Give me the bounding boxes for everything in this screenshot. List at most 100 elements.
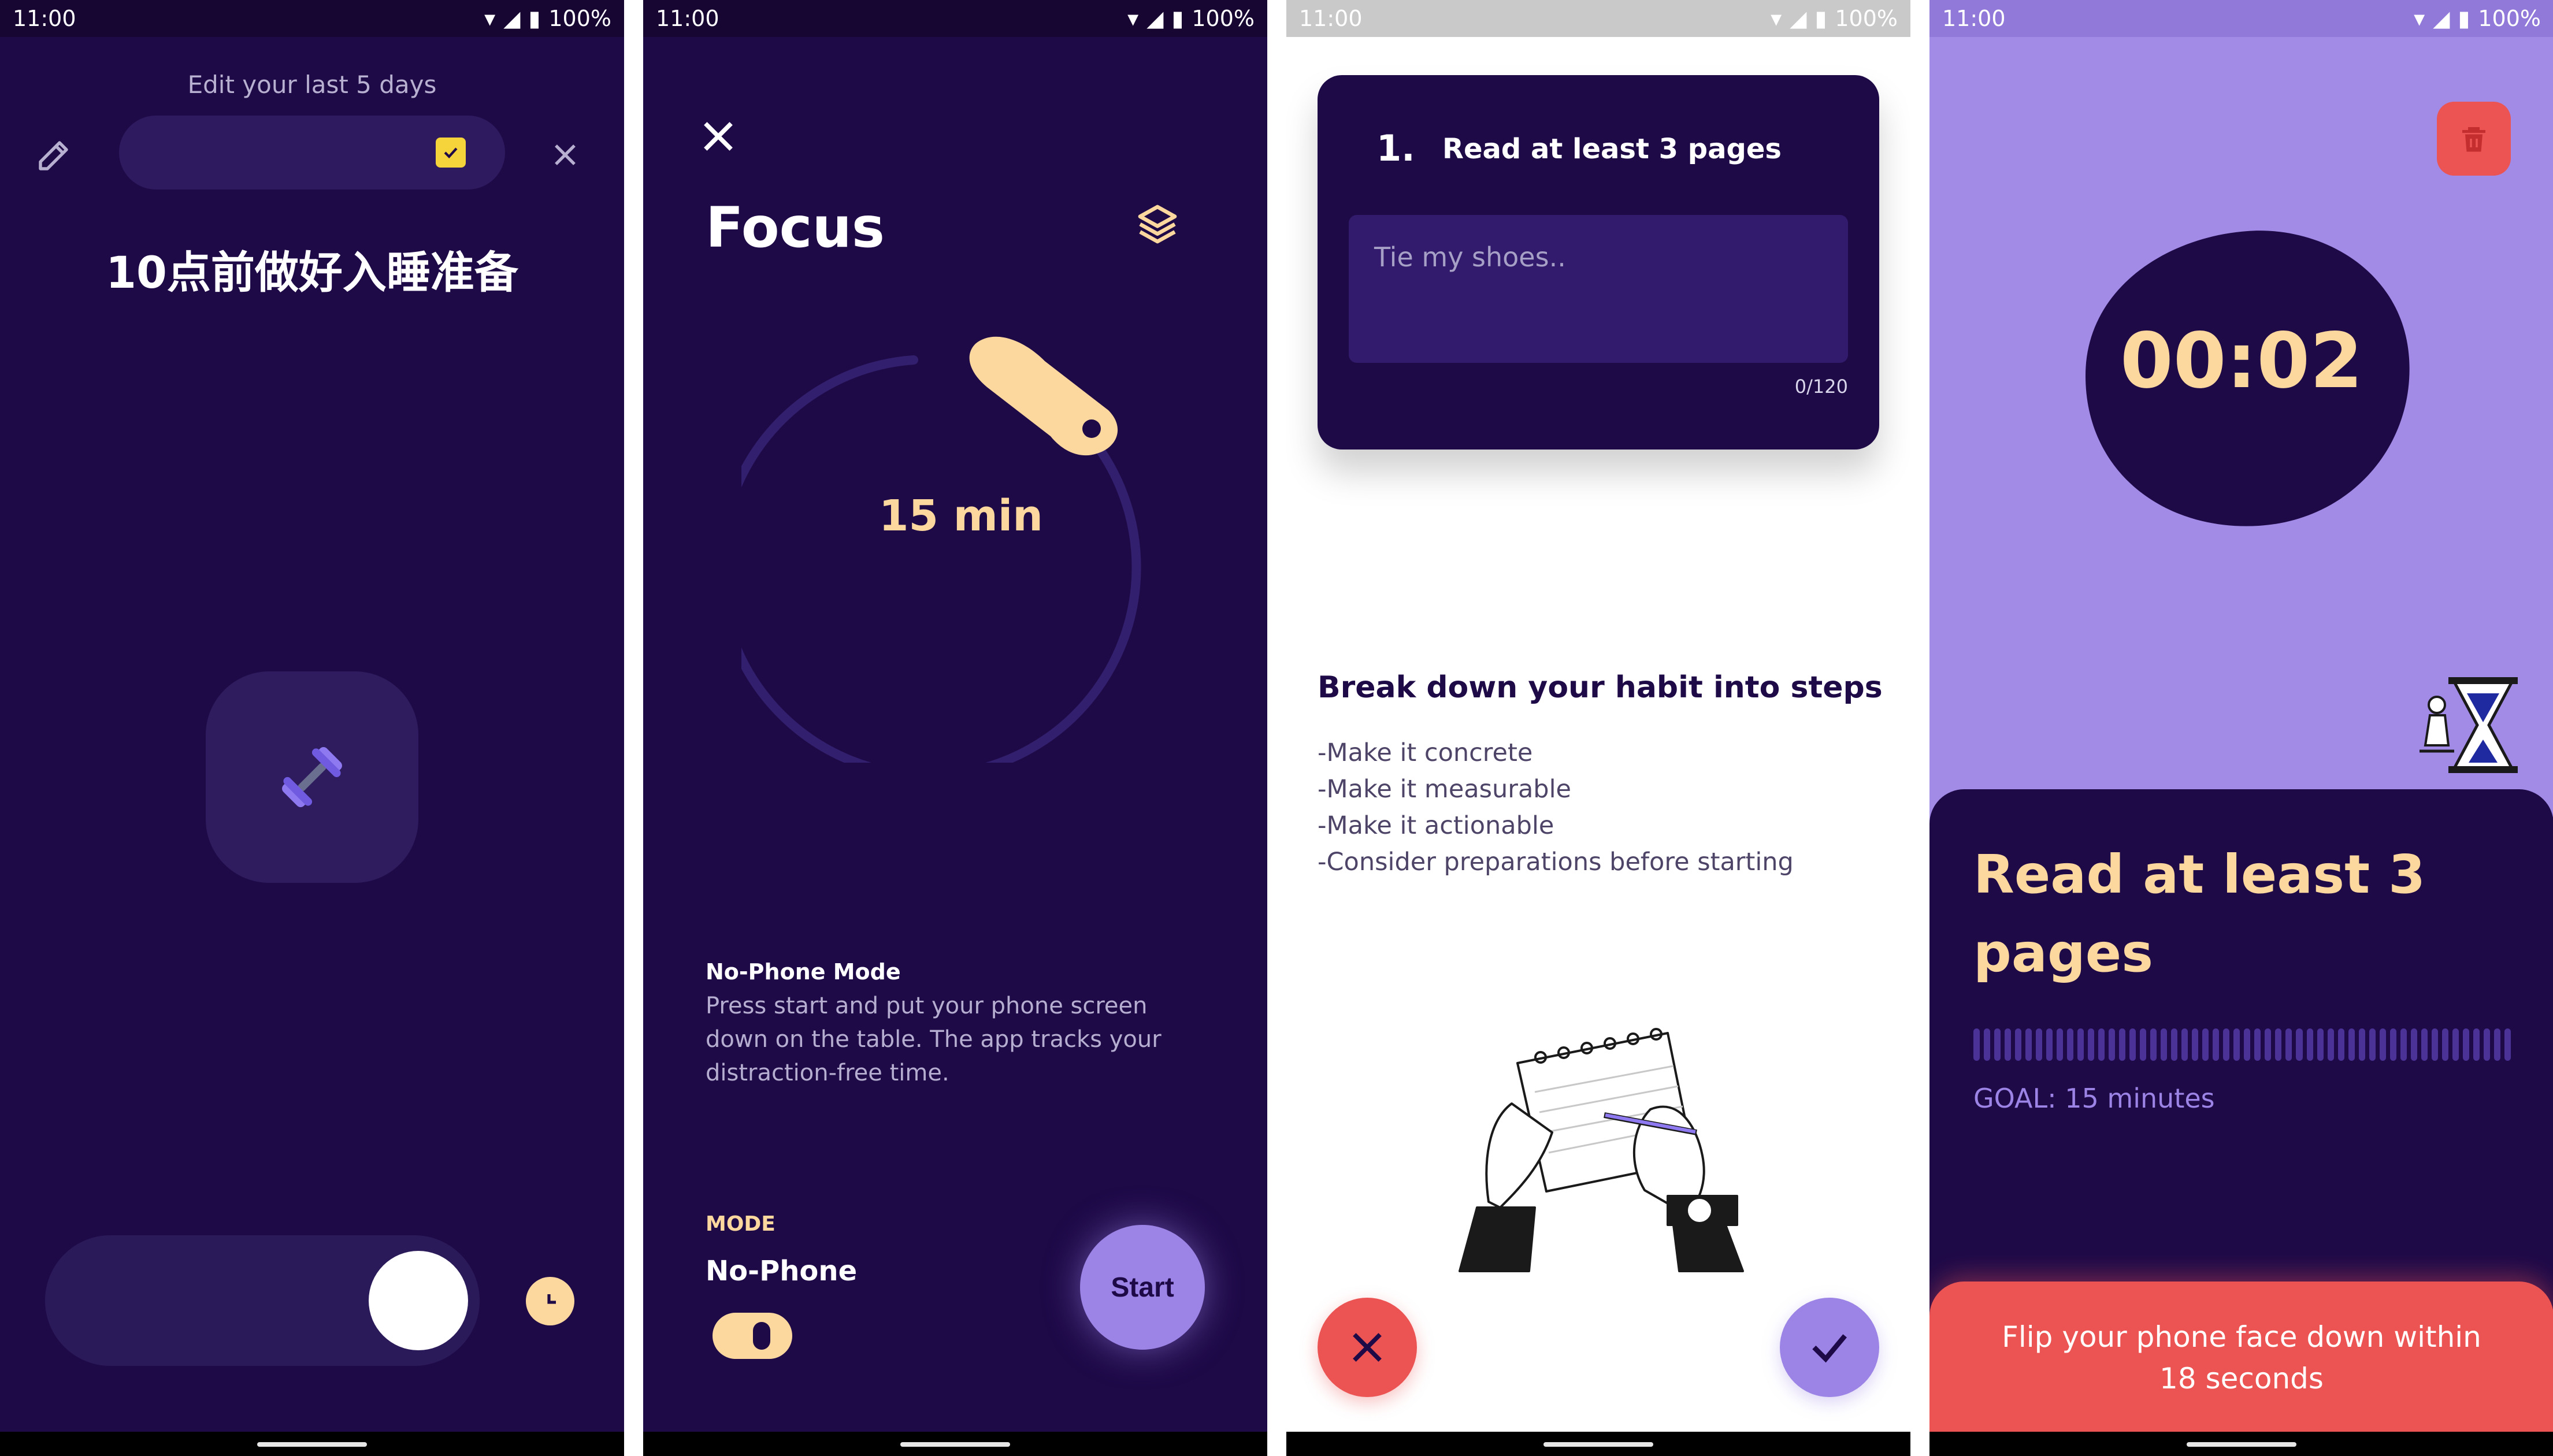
progress-segment — [2265, 1028, 2272, 1061]
status-time: 11:00 — [1299, 6, 1363, 31]
close-icon[interactable] — [547, 136, 584, 173]
screen-timer: 11:00 ▾ ◢ ▮ 100% 00:02 Read at least 3 p… — [1929, 0, 2553, 1456]
progress-segment — [2421, 1028, 2428, 1061]
status-bar: 11:00 ▾ ◢ ▮ 100% — [1929, 0, 2553, 37]
progress-segment — [2119, 1028, 2126, 1061]
step-input[interactable]: Tie my shoes.. — [1349, 215, 1848, 363]
progress-segment — [1994, 1028, 2001, 1061]
home-indicator[interactable] — [900, 1442, 1010, 1447]
status-bar: 11:00 ▾ ◢ ▮ 100% — [1286, 0, 1910, 37]
progress-segment — [2285, 1028, 2292, 1061]
dumbbell-icon — [282, 747, 342, 807]
progress-segment — [2233, 1028, 2240, 1061]
progress-segment — [2358, 1028, 2365, 1061]
progress-segment — [2150, 1028, 2157, 1061]
progress-segment — [2098, 1028, 2105, 1061]
battery-level: 100% — [2478, 6, 2541, 31]
goal-label: GOAL: 15 minutes — [1973, 1083, 2215, 1114]
mode-description: Press start and put your phone screen do… — [706, 993, 1162, 1086]
progress-segment — [2327, 1028, 2334, 1061]
progress-segment — [2171, 1028, 2178, 1061]
progress-segment — [2504, 1028, 2511, 1061]
progress-segment — [2192, 1028, 2199, 1061]
habit-icon-tile[interactable] — [206, 671, 418, 883]
home-indicator[interactable] — [257, 1442, 367, 1447]
slider-knob[interactable] — [369, 1251, 468, 1350]
progress-segment — [2493, 1028, 2500, 1061]
home-indicator[interactable] — [2187, 1442, 2296, 1447]
progress-segment — [2088, 1028, 2095, 1061]
dial-handle[interactable] — [969, 336, 1118, 456]
trash-icon — [2462, 127, 2485, 152]
dial-value: 15 min — [879, 491, 1043, 541]
progress-segment — [2462, 1028, 2469, 1061]
progress-segment — [2306, 1028, 2313, 1061]
tips-list: -Make it concrete -Make it measurable -M… — [1318, 735, 1794, 881]
progress-segment — [2005, 1028, 2012, 1061]
progress-segment — [2400, 1028, 2407, 1061]
wifi-icon: ▾ — [1771, 6, 1782, 31]
delete-button[interactable] — [2437, 102, 2511, 176]
screen-edit-habit: 11:00 ▾ ◢ ▮ 100% Edit your last 5 days 1… — [0, 0, 624, 1456]
mode-title: No-Phone Mode — [706, 959, 901, 985]
progress-segment — [2213, 1028, 2220, 1061]
battery-icon: ▮ — [528, 6, 541, 31]
signal-icon: ◢ — [2433, 6, 2450, 31]
list-item: -Make it actionable — [1318, 811, 1554, 840]
progress-segment — [2181, 1028, 2188, 1061]
progress-segment — [2223, 1028, 2230, 1061]
notepad-illustration — [1459, 1028, 1744, 1272]
progress-segment — [2452, 1028, 2459, 1061]
progress-segment — [2441, 1028, 2448, 1061]
confirm-button[interactable] — [1780, 1298, 1879, 1397]
progress-segment — [2129, 1028, 2136, 1061]
edit-days-title: Edit your last 5 days — [187, 70, 437, 99]
progress-segment — [2317, 1028, 2324, 1061]
wifi-icon: ▾ — [2414, 6, 2425, 31]
checkbox-icon[interactable] — [436, 138, 466, 168]
reject-button[interactable] — [1318, 1298, 1417, 1397]
signal-icon: ◢ — [1790, 6, 1807, 31]
battery-icon: ▮ — [2458, 6, 2470, 31]
wifi-icon: ▾ — [484, 6, 496, 31]
progress-segment — [2077, 1028, 2084, 1061]
screen-habit-steps: 11:00 ▾ ◢ ▮ 100% 1. Read at least 3 page… — [1286, 0, 1910, 1456]
progress-segment — [2067, 1028, 2074, 1061]
progress-segment — [2202, 1028, 2209, 1061]
mode-toggle[interactable] — [713, 1313, 792, 1359]
list-item: -Consider preparations before starting — [1318, 848, 1794, 876]
tips-heading: Break down your habit into steps — [1318, 670, 1883, 705]
battery-level: 100% — [548, 6, 611, 31]
layers-icon[interactable] — [1134, 201, 1181, 247]
habit-name: 10点前做好入睡准备 — [106, 247, 518, 298]
nav-bar — [0, 1432, 624, 1456]
days-selector[interactable] — [119, 116, 505, 190]
progress-segment — [2015, 1028, 2022, 1061]
wifi-icon: ▾ — [1127, 6, 1139, 31]
list-item: -Make it measurable — [1318, 775, 1572, 804]
close-icon[interactable] — [696, 114, 740, 158]
progress-segment — [1984, 1028, 1991, 1061]
battery-level: 100% — [1192, 6, 1255, 31]
pencil-icon[interactable] — [34, 134, 75, 176]
progress-segment — [2410, 1028, 2417, 1061]
status-time: 11:00 — [13, 6, 76, 31]
start-button[interactable]: Start — [1080, 1225, 1205, 1350]
complete-slider[interactable] — [45, 1235, 480, 1366]
progress-segment — [2161, 1028, 2168, 1061]
flip-banner: Flip your phone face down within 18 seco… — [1929, 1282, 2553, 1456]
clock-icon[interactable] — [526, 1277, 574, 1325]
progress-segment — [2379, 1028, 2386, 1061]
step-card: 1. Read at least 3 pages Tie my shoes.. … — [1318, 75, 1879, 450]
signal-icon: ◢ — [503, 6, 521, 31]
char-counter: 0/120 — [1794, 376, 1848, 398]
close-icon — [1353, 1333, 1382, 1362]
progress-segment — [2140, 1028, 2147, 1061]
home-indicator[interactable] — [1543, 1442, 1653, 1447]
progress-segment — [2036, 1028, 2043, 1061]
step-title: Read at least 3 pages — [1442, 133, 1782, 165]
mode-value: No-Phone — [706, 1255, 858, 1287]
progress-segment — [2025, 1028, 2032, 1061]
battery-icon: ▮ — [1171, 6, 1184, 31]
signal-icon: ◢ — [1146, 6, 1164, 31]
